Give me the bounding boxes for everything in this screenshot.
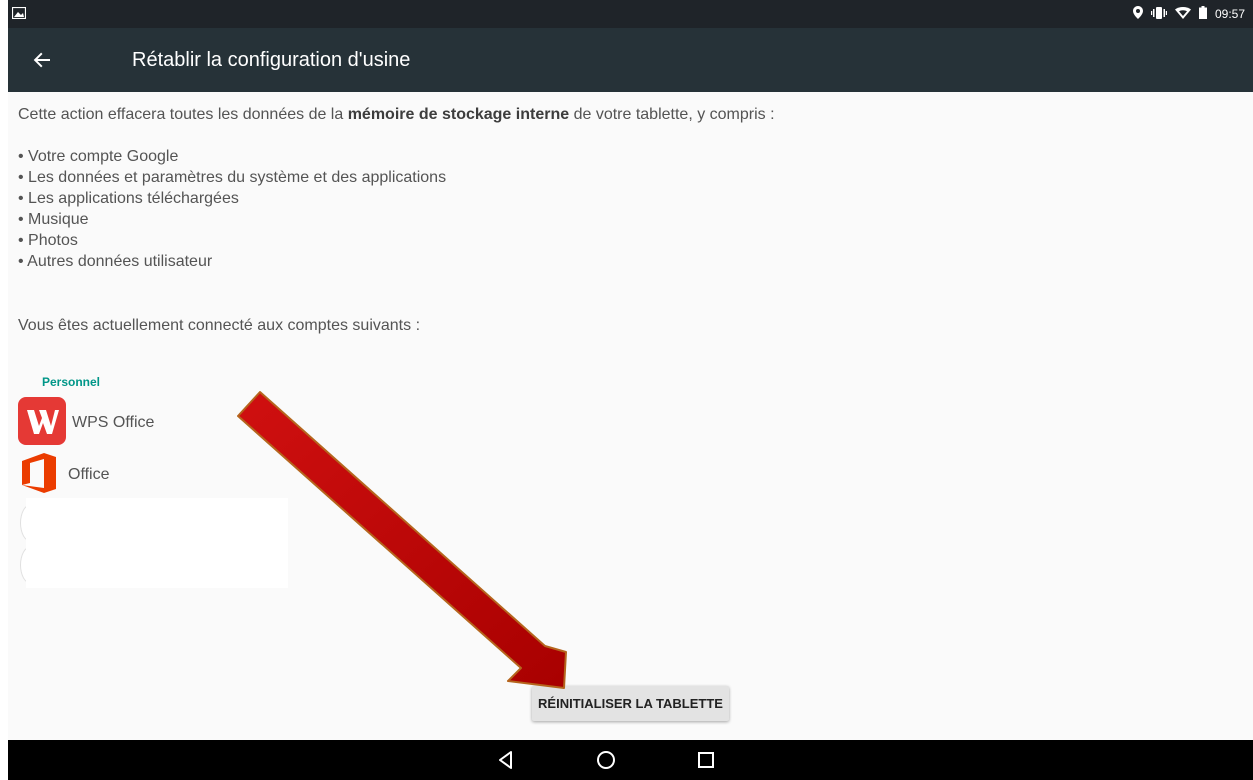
microsoft-office-icon xyxy=(22,452,56,498)
app-bar: Rétablir la configuration d'usine xyxy=(8,28,1253,92)
page-title: Rétablir la configuration d'usine xyxy=(132,49,411,71)
account-wps-office: WPS Office xyxy=(18,396,155,445)
reset-tablet-button[interactable]: RÉINITIALISER LA TABLETTE xyxy=(532,686,729,721)
redacted-area xyxy=(26,498,288,588)
vibrate-icon xyxy=(1150,6,1167,22)
nav-back-icon[interactable] xyxy=(494,748,518,772)
battery-icon xyxy=(1198,6,1207,22)
section-label-personal: Personnel xyxy=(42,375,101,389)
nav-recents-icon[interactable] xyxy=(694,748,718,772)
account-office: Office xyxy=(22,452,110,498)
list-item: • Les données et paramètres du système e… xyxy=(18,169,447,186)
screen: 09:57 Rétablir la configuration d'usine … xyxy=(8,0,1253,780)
accounts-intro: Vous êtes actuellement connecté aux comp… xyxy=(18,317,421,334)
list-item: • Musique xyxy=(18,211,89,228)
list-item: • Votre compte Google xyxy=(18,148,179,165)
wifi-icon xyxy=(1174,6,1191,22)
location-icon xyxy=(1132,6,1143,22)
clock: 09:57 xyxy=(1214,7,1245,21)
wps-office-icon xyxy=(18,396,66,450)
warning-text-end: de votre tablette, y compris : xyxy=(569,106,775,123)
back-arrow-icon[interactable] xyxy=(28,46,56,74)
warning-text: Cette action effacera toutes les données… xyxy=(18,106,775,124)
status-bar: 09:57 xyxy=(8,0,1253,28)
warning-text-emphasis: mémoire de stockage interne xyxy=(347,106,570,123)
content-area: Cette action effacera toutes les données… xyxy=(8,92,1253,740)
account-label: Office xyxy=(68,466,110,483)
list-item: • Photos xyxy=(18,232,78,249)
navigation-bar xyxy=(8,740,1253,780)
list-item: • Autres données utilisateur xyxy=(18,253,213,270)
warning-text-start: Cette action effacera toutes les données… xyxy=(18,106,348,123)
data-list: • Votre compte Google • Les données et p… xyxy=(18,146,446,272)
nav-home-icon[interactable] xyxy=(594,748,618,772)
gallery-notification-icon xyxy=(11,6,27,22)
account-label: WPS Office xyxy=(72,414,155,431)
list-item: • Les applications téléchargées xyxy=(18,190,239,207)
